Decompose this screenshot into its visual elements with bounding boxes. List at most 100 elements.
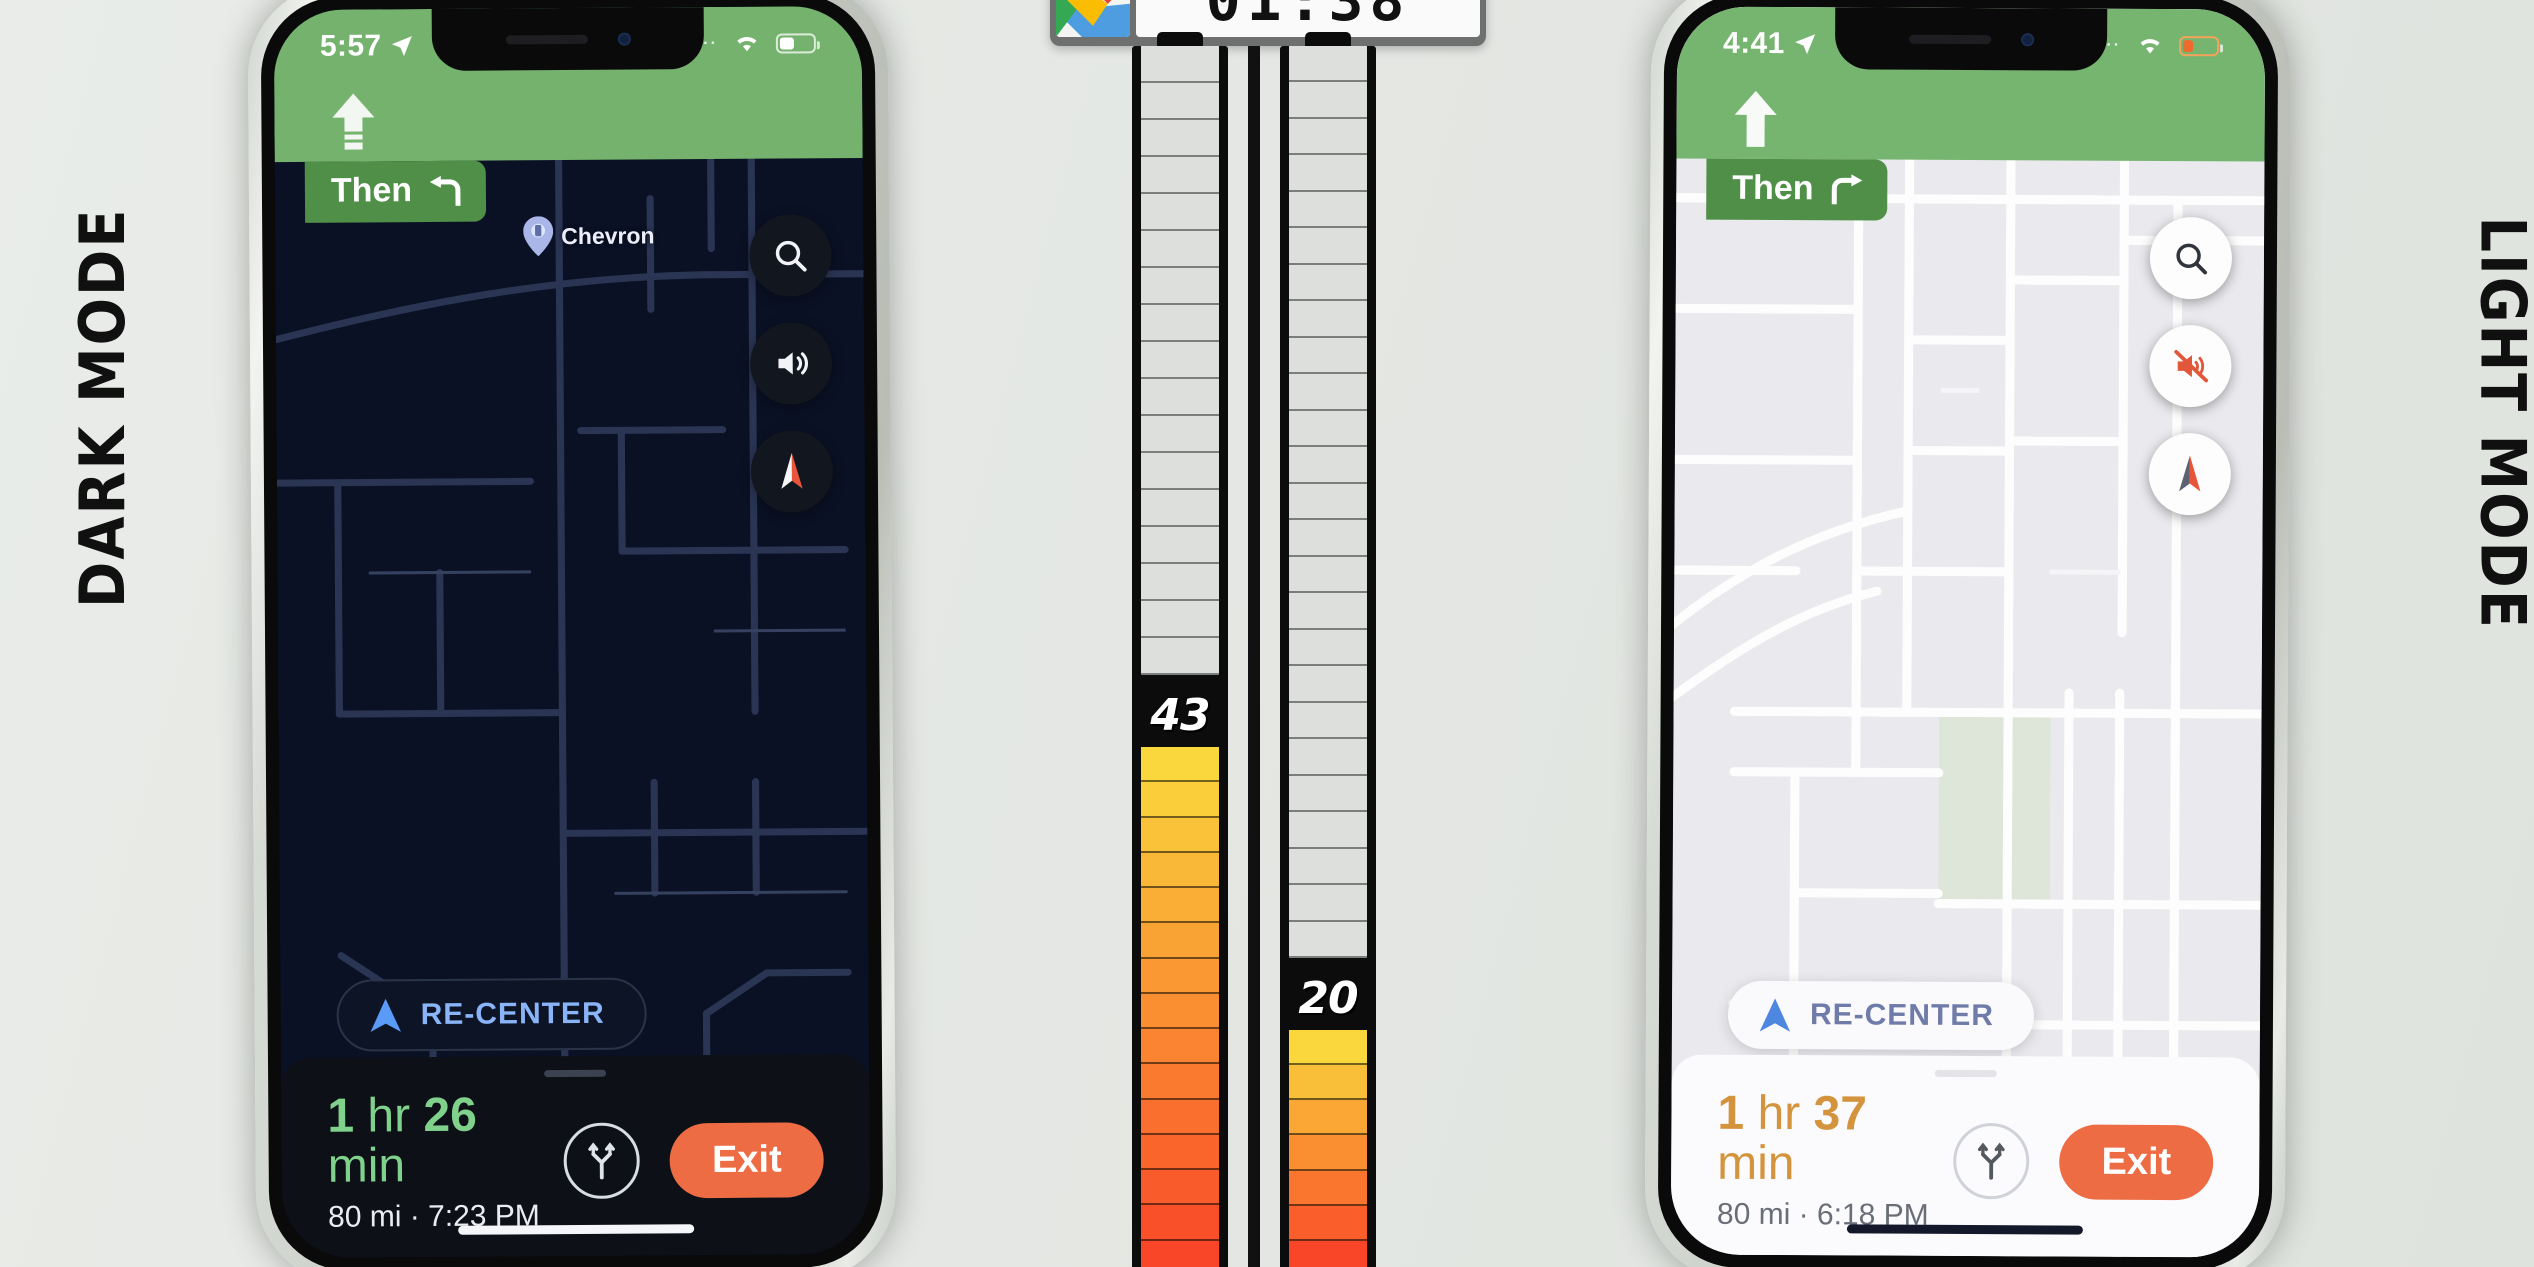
gauge-segment-empty [1141, 305, 1219, 342]
gauge-segment-empty [1141, 527, 1219, 564]
eta-minutes-unit: min [1717, 1137, 1795, 1191]
gauge-segment [1141, 782, 1219, 818]
route-alternatives-icon [1978, 1142, 2005, 1181]
logo-clock-bar: 01:38 [1050, 0, 1486, 46]
home-indicator[interactable] [1846, 1224, 2083, 1235]
earpiece-speaker [1908, 34, 1991, 44]
gauge-segment [1141, 1134, 1219, 1171]
right-battery-gauge: 20 [1280, 32, 1376, 1267]
navigation-arrow-icon [370, 998, 402, 1033]
gauge-segment-empty [1289, 702, 1367, 740]
poi-label: Chevron [561, 221, 655, 249]
poi-chevron[interactable]: Chevron [523, 215, 655, 257]
sound-muted-icon [2174, 349, 2209, 383]
eta-minutes: 37 [1813, 1087, 1868, 1141]
gauge-segment-empty [1289, 82, 1367, 119]
notch [1834, 7, 2108, 71]
gauge-segment-empty [1289, 666, 1367, 703]
eta-minutes: 26 [423, 1088, 478, 1143]
rig-center-post [1248, 46, 1260, 1267]
left-bottom-sheet: 1 hr 26 min 80 mi · 7:23 PM Exit [280, 1053, 871, 1259]
search-icon [2176, 243, 2208, 275]
right-phone-bezel: Ridgemoor Rdnnyvale CtDeer Creek CirPepp… [1657, 0, 2279, 1267]
gauge-segment-empty [1289, 337, 1367, 375]
then-label: Then [1732, 168, 1814, 208]
route-alternatives-button[interactable] [1953, 1123, 2030, 1200]
gauge-segment [1141, 1170, 1219, 1206]
gauge-segment-empty [1141, 638, 1219, 675]
gauge-value-left: 43 [1150, 690, 1210, 741]
compass-icon [781, 452, 803, 489]
status-time: 5:57 [319, 29, 382, 63]
gauge-empty-segments [1289, 46, 1367, 958]
left-eta-block: 1 hr 26 min 80 mi · 7:23 PM [327, 1088, 564, 1234]
gauge-segment-empty [1289, 812, 1367, 849]
gauge-empty-segments [1141, 46, 1219, 675]
gauge-segment-empty [1289, 447, 1367, 484]
comparison-stage: DARK MODE LIGHT MODE Chevron 5:57 ···· T… [0, 0, 2534, 1267]
search-button[interactable] [2149, 216, 2233, 300]
gauge-segment-empty [1141, 490, 1219, 527]
recenter-label: RE-CENTER [420, 996, 605, 1032]
gauge-segment-empty [1141, 46, 1219, 83]
eta-hours-unit: hr [1757, 1086, 1801, 1141]
sound-button[interactable] [2149, 324, 2232, 408]
gauge-value-right: 20 [1298, 973, 1358, 1024]
eta-time: 1 hr 26 min [327, 1088, 564, 1193]
exit-button[interactable]: Exit [2059, 1124, 2214, 1201]
gauge-segment-empty [1141, 194, 1219, 231]
gauge-segment-empty [1289, 264, 1367, 302]
route-alternatives-button[interactable] [563, 1122, 641, 1200]
gauge-segment [1141, 747, 1219, 783]
home-indicator[interactable] [458, 1224, 695, 1235]
gauge-segment [1141, 852, 1219, 889]
gauge-segment [1141, 1099, 1219, 1135]
recenter-button-left[interactable]: RE-CENTER [336, 977, 647, 1052]
earpiece-speaker [505, 34, 588, 44]
eta-hours-unit: hr [367, 1089, 411, 1143]
gauge-segment [1141, 1064, 1219, 1100]
sound-button[interactable] [749, 322, 833, 405]
front-camera [2020, 32, 2034, 46]
gauge-segment [1289, 1205, 1367, 1241]
recenter-label: RE-CENTER [1809, 998, 1995, 1033]
eta-hours: 1 [327, 1089, 355, 1143]
compass-button[interactable] [2148, 432, 2232, 516]
right-phone: Ridgemoor Rdnnyvale CtDeer Creek CirPepp… [1644, 0, 2292, 1267]
gauge-segment-empty [1289, 593, 1367, 630]
gauge-segment-empty [1289, 374, 1367, 411]
gauge-segment [1141, 993, 1219, 1030]
gauge-segment-empty [1141, 453, 1219, 490]
sheet-grabber[interactable] [1934, 1069, 1997, 1078]
location-arrow-icon [391, 36, 412, 57]
recenter-button-right[interactable]: RE-CENTER [1727, 980, 2035, 1051]
gauge-segment-empty [1289, 483, 1367, 521]
exit-button[interactable]: Exit [669, 1122, 824, 1199]
navigation-arrow-icon [1759, 998, 1791, 1032]
wifi-icon [2140, 39, 2160, 54]
right-eta-block: 1 hr 37 min 80 mi · 6:18 PM [1717, 1086, 1954, 1233]
left-map-controls [749, 214, 834, 513]
left-battery-gauge: 43 [1132, 32, 1228, 1267]
eta-time: 1 hr 37 min [1717, 1086, 1954, 1191]
gas-station-pin-icon [523, 216, 554, 257]
then-label: Then [330, 171, 413, 210]
sound-on-icon [778, 352, 808, 375]
gauge-segment-empty [1141, 416, 1219, 453]
right-bottom-sheet: 1 hr 37 min 80 mi · 6:18 PM Exit [1670, 1054, 2260, 1258]
gauge-segment-empty [1289, 118, 1367, 156]
gauge-segment-empty [1141, 231, 1219, 268]
gauge-segment [1141, 923, 1219, 959]
gauge-segment-empty [1141, 268, 1219, 305]
compass-button[interactable] [750, 430, 834, 513]
gauge-filled-segments [1289, 1030, 1367, 1267]
gauge-segment-empty [1141, 83, 1219, 120]
sheet-grabber[interactable] [544, 1069, 607, 1078]
gauge-segment [1141, 1205, 1219, 1241]
maneuver-straight-arrow-icon [330, 91, 376, 151]
light-mode-label: LIGHT MODE [2467, 216, 2534, 630]
left-phone-bezel: rt RdChevronillinrtCaravan Ctrieta RdMur… [260, 0, 884, 1267]
notch [431, 7, 705, 71]
battery-icon [775, 33, 816, 54]
search-button[interactable] [749, 214, 832, 297]
